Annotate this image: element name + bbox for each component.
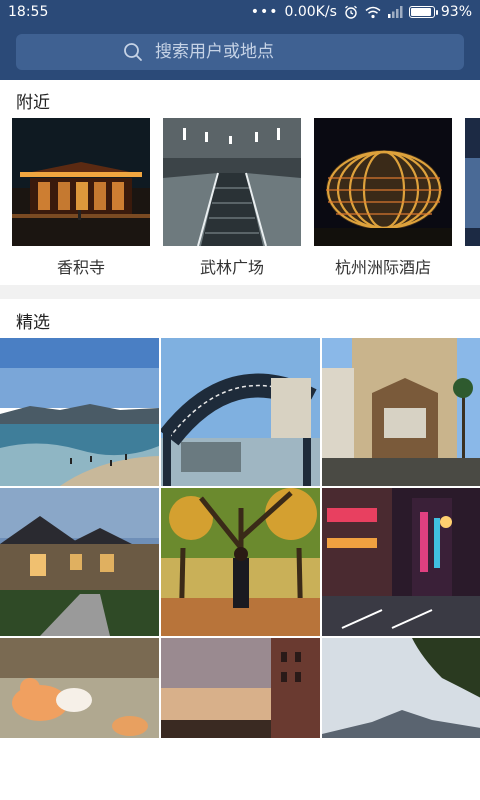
more-dots-icon: ••• bbox=[250, 4, 279, 20]
featured-photo-cats[interactable] bbox=[0, 638, 159, 738]
nearby-carousel[interactable]: 香积寺 武林广场 杭州洲际酒店 bbox=[12, 118, 480, 288]
network-speed: 0.00K/s bbox=[284, 4, 337, 20]
featured-photo-sunset-building[interactable] bbox=[161, 638, 320, 738]
battery-tip bbox=[435, 10, 438, 15]
hotel-photo bbox=[314, 118, 452, 246]
status-time: 18:55 bbox=[8, 4, 49, 20]
nearby-item-label: 杭州洲际酒店 bbox=[334, 258, 431, 277]
status-bar: 18:55 ••• 0.00K/s 93% bbox=[0, 0, 480, 26]
featured-photo-beach[interactable] bbox=[0, 338, 159, 486]
status-right: ••• 0.00K/s 93% bbox=[251, 4, 472, 20]
featured-photo-night-street[interactable] bbox=[322, 488, 480, 636]
featured-photo-hollywood-building[interactable] bbox=[322, 338, 480, 486]
escalator-photo bbox=[163, 118, 301, 246]
nearby-item-partial[interactable] bbox=[465, 118, 480, 278]
nearby-item-wulin-square[interactable]: 武林广场 bbox=[163, 118, 301, 278]
nearby-section-title: 附近 bbox=[16, 93, 50, 113]
featured-photo-stone-house[interactable] bbox=[0, 488, 159, 636]
nearby-item-intercontinental-hotel[interactable]: 杭州洲际酒店 bbox=[314, 118, 452, 278]
wifi-icon bbox=[365, 4, 381, 20]
featured-photo-grid bbox=[0, 338, 480, 738]
alarm-icon bbox=[343, 4, 359, 20]
featured-photo-autumn-park[interactable] bbox=[161, 488, 320, 636]
battery-icon bbox=[408, 6, 438, 18]
search-icon bbox=[123, 42, 143, 62]
featured-photo-mountain-view[interactable] bbox=[322, 638, 480, 738]
temple-photo bbox=[12, 118, 150, 246]
search-input[interactable] bbox=[153, 41, 357, 63]
signal-icon bbox=[387, 4, 403, 20]
battery-percent: 93% bbox=[440, 4, 472, 20]
partial-photo bbox=[465, 118, 480, 246]
featured-section-title: 精选 bbox=[16, 313, 50, 333]
section-divider bbox=[0, 285, 480, 299]
nearby-item-label: 香积寺 bbox=[56, 258, 105, 277]
battery-fill bbox=[410, 8, 431, 16]
search-bar[interactable] bbox=[16, 34, 464, 70]
nearby-item-label: 武林广场 bbox=[199, 258, 264, 277]
top-header: 18:55 ••• 0.00K/s 93% bbox=[0, 0, 480, 80]
featured-photo-pier-sign[interactable] bbox=[161, 338, 320, 486]
nearby-item-xiangji-temple[interactable]: 香积寺 bbox=[12, 118, 150, 278]
